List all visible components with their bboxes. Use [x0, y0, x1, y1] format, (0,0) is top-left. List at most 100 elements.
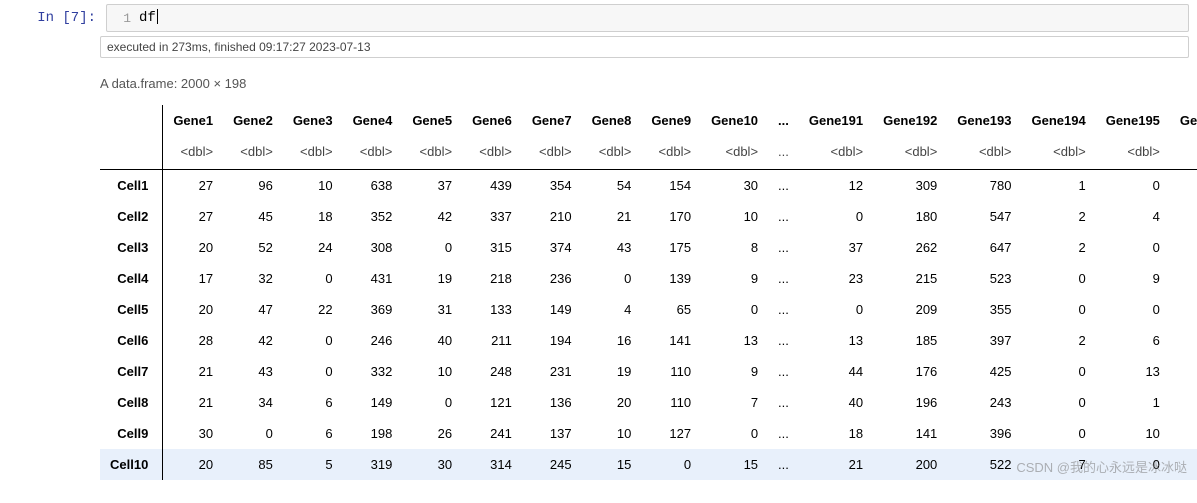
cell: 0	[283, 356, 343, 387]
cell: 88	[1170, 294, 1197, 325]
cell: 21	[163, 356, 223, 387]
cell: 180	[873, 201, 947, 232]
cell: 139	[641, 263, 701, 294]
column-header: <dbl>	[223, 136, 283, 170]
cell: 10	[701, 201, 768, 232]
cell: 16	[582, 325, 642, 356]
cell: 780	[947, 170, 1021, 202]
cell: 79	[1170, 387, 1197, 418]
dataframe-caption: A data.frame: 2000 × 198	[100, 76, 1197, 91]
table-row[interactable]: Cell8213461490121136201107...40196243017…	[100, 387, 1197, 418]
row-name: Cell2	[100, 201, 163, 232]
cell: 6	[283, 418, 343, 449]
cell: 8	[701, 232, 768, 263]
cell: 43	[223, 356, 283, 387]
cell: 638	[343, 170, 403, 202]
column-header: Gene195	[1096, 105, 1170, 136]
cell: 106	[1170, 449, 1197, 480]
cell: 30	[163, 418, 223, 449]
cell: 136	[522, 387, 582, 418]
cell: 13	[1096, 356, 1170, 387]
cell: 314	[462, 449, 522, 480]
cell: 148	[1170, 232, 1197, 263]
cell: 31	[402, 294, 462, 325]
cell: 27	[163, 201, 223, 232]
column-header: <dbl>	[641, 136, 701, 170]
cell: 133	[1170, 418, 1197, 449]
cell: 154	[641, 170, 701, 202]
cell: 0	[1096, 232, 1170, 263]
cell: 2	[1022, 232, 1096, 263]
cell: 397	[947, 325, 1021, 356]
cell: 44	[799, 356, 873, 387]
ellipsis-cell: ...	[768, 449, 799, 480]
cell: 209	[873, 294, 947, 325]
cell: 15	[701, 449, 768, 480]
cell: 369	[343, 294, 403, 325]
cell: 210	[522, 201, 582, 232]
cell: 40	[402, 325, 462, 356]
cell: 24	[283, 232, 343, 263]
cell: 17	[163, 263, 223, 294]
cell: 262	[873, 232, 947, 263]
cell: 0	[1022, 294, 1096, 325]
cell: 21	[163, 387, 223, 418]
cell: 396	[947, 418, 1021, 449]
cell: 84	[1170, 201, 1197, 232]
cell: 522	[947, 449, 1021, 480]
cell: 0	[223, 418, 283, 449]
table-row[interactable]: Cell9300619826241137101270...18141396010…	[100, 418, 1197, 449]
cell: 248	[462, 356, 522, 387]
cell: 352	[343, 201, 403, 232]
cell: 198	[343, 418, 403, 449]
cell: 26	[402, 418, 462, 449]
cell: 523	[947, 263, 1021, 294]
column-header: <dbl>	[873, 136, 947, 170]
cell: 85	[223, 449, 283, 480]
table-row[interactable]: Cell5204722369311331494650...02093550088	[100, 294, 1197, 325]
cell: 37	[402, 170, 462, 202]
cell: 80	[1170, 263, 1197, 294]
ellipsis-cell: ...	[768, 294, 799, 325]
table-row[interactable]: Cell2274518352423372102117010...01805472…	[100, 201, 1197, 232]
column-header: <dbl>	[1022, 136, 1096, 170]
code-input[interactable]: 1 df	[106, 4, 1189, 32]
cell: 176	[873, 356, 947, 387]
table-row[interactable]: Cell32052243080315374431758...3726264720…	[100, 232, 1197, 263]
cell: 245	[522, 449, 582, 480]
column-header: Gene192	[873, 105, 947, 136]
cell: 0	[283, 263, 343, 294]
cell: 6	[283, 387, 343, 418]
cell: 21	[799, 449, 873, 480]
cell: 19	[402, 263, 462, 294]
cell: 40	[799, 387, 873, 418]
column-header: Gene9	[641, 105, 701, 136]
cell: 18	[283, 201, 343, 232]
ellipsis-cell: ...	[768, 356, 799, 387]
table-row[interactable]: Cell1279610638374393545415430...12309780…	[100, 170, 1197, 202]
cell: 4	[582, 294, 642, 325]
cell: 309	[873, 170, 947, 202]
cell: 10	[283, 170, 343, 202]
column-header: Gene194	[1022, 105, 1096, 136]
table-row[interactable]: Cell72143033210248231191109...4417642501…	[100, 356, 1197, 387]
column-header: <dbl>	[522, 136, 582, 170]
column-header: Gene3	[283, 105, 343, 136]
cell: 18	[799, 418, 873, 449]
cell: 118	[1170, 356, 1197, 387]
cell: 21	[582, 201, 642, 232]
table-row[interactable]: Cell4173204311921823601399...23215523098…	[100, 263, 1197, 294]
cell: 319	[343, 449, 403, 480]
ellipsis-cell: ...	[768, 418, 799, 449]
row-name: Cell8	[100, 387, 163, 418]
cell: 175	[641, 232, 701, 263]
cell: 196	[873, 387, 947, 418]
column-header: ...	[768, 136, 799, 170]
cell: 0	[799, 294, 873, 325]
column-header: Gene8	[582, 105, 642, 136]
cell: 355	[947, 294, 1021, 325]
table-row[interactable]: Cell10208553193031424515015...2120052270…	[100, 449, 1197, 480]
table-row[interactable]: Cell628420246402111941614113...131853972…	[100, 325, 1197, 356]
cell: 149	[522, 294, 582, 325]
cell: 200	[873, 449, 947, 480]
